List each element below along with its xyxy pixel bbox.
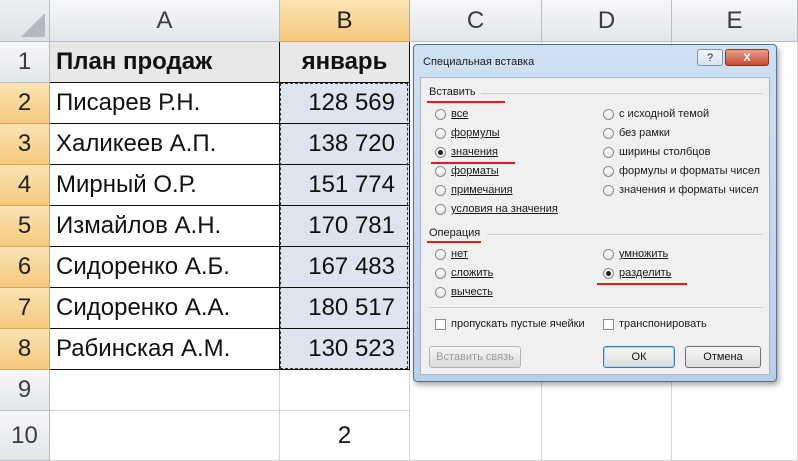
radio-icon <box>435 203 446 215</box>
checkbox-icon <box>603 318 614 330</box>
column-header-d[interactable]: D <box>542 0 672 42</box>
help-button[interactable]: ? <box>697 49 723 66</box>
row-header-7[interactable]: 7 <box>0 288 50 329</box>
cell-a9[interactable] <box>50 370 280 411</box>
radio-icon <box>603 165 614 177</box>
radio-icon <box>435 184 446 196</box>
radio-paste-formulas-number-formats[interactable]: формулы и форматы чисел <box>603 165 760 177</box>
row-header-5[interactable]: 5 <box>0 206 50 247</box>
radio-paste-values[interactable]: значения <box>435 146 498 158</box>
column-header-a[interactable]: A <box>50 0 280 42</box>
radio-paste-values-number-formats[interactable]: значения и форматы чисел <box>603 184 759 196</box>
radio-op-none[interactable]: нет <box>435 248 468 260</box>
cell-a1[interactable]: План продаж <box>50 42 280 83</box>
column-header-c[interactable]: C <box>410 0 542 42</box>
radio-icon <box>603 127 614 139</box>
dialog-body: Вставить все формулы значения форматы пр… <box>420 77 770 375</box>
select-all-triangle-icon <box>21 13 45 37</box>
cell-a3[interactable]: Халикеев А.П. <box>50 124 280 165</box>
row-header-9[interactable]: 9 <box>0 370 50 411</box>
column-header-e[interactable]: E <box>672 0 798 42</box>
cell-a6[interactable]: Сидоренко А.Б. <box>50 247 280 288</box>
radio-op-divide[interactable]: разделить <box>603 267 671 279</box>
select-all-corner[interactable] <box>0 0 50 42</box>
ok-button[interactable]: ОК <box>603 346 675 368</box>
cell-a10[interactable] <box>50 411 280 461</box>
radio-selected-icon <box>603 267 614 279</box>
cancel-button[interactable]: Отмена <box>685 346 761 368</box>
row-header-4[interactable]: 4 <box>0 165 50 206</box>
row-header-1[interactable]: 1 <box>0 42 50 83</box>
row-header-8[interactable]: 8 <box>0 329 50 370</box>
annotation-underline-divide <box>597 283 687 285</box>
annotation-underline-operation <box>427 241 481 243</box>
radio-icon <box>603 108 614 120</box>
operation-group-line <box>487 234 763 235</box>
cell-b1[interactable]: январь <box>280 42 410 83</box>
row-header-2[interactable]: 2 <box>0 83 50 124</box>
annotation-underline-paste <box>427 101 505 103</box>
radio-paste-no-borders[interactable]: без рамки <box>603 127 670 139</box>
row-header-10[interactable]: 10 <box>0 411 50 461</box>
paste-group-label: Вставить <box>429 86 476 98</box>
cell-a7[interactable]: Сидоренко А.А. <box>50 288 280 329</box>
radio-op-subtract[interactable]: вычесть <box>435 286 493 298</box>
radio-paste-comments[interactable]: примечания <box>435 184 513 196</box>
cell-a5[interactable]: Измайлов А.Н. <box>50 206 280 247</box>
row-header-6[interactable]: 6 <box>0 247 50 288</box>
radio-icon <box>435 108 446 120</box>
column-header-b[interactable]: B <box>280 0 410 42</box>
radio-op-multiply[interactable]: умножить <box>603 248 668 260</box>
cell-a4[interactable]: Мирный О.Р. <box>50 165 280 206</box>
radio-selected-icon <box>435 146 446 158</box>
radio-icon <box>435 286 446 298</box>
paste-special-dialog: Специальная вставка ? X Вставить все фор… <box>413 44 777 382</box>
operation-group-label: Операция <box>429 227 481 239</box>
radio-paste-column-widths[interactable]: ширины столбцов <box>603 146 710 158</box>
radio-icon <box>603 184 614 196</box>
dialog-title: Специальная вставка <box>423 56 535 68</box>
cell-a2[interactable]: Писарев Р.Н. <box>50 83 280 124</box>
radio-icon <box>435 165 446 177</box>
close-button[interactable]: X <box>725 49 769 66</box>
checkbox-icon <box>435 318 446 330</box>
radio-paste-validation[interactable]: условия на значения <box>435 203 558 215</box>
radio-paste-formulas[interactable]: формулы <box>435 127 500 139</box>
radio-paste-formats[interactable]: форматы <box>435 165 499 177</box>
radio-op-add[interactable]: сложить <box>435 267 493 279</box>
radio-icon <box>603 146 614 158</box>
cell-b9[interactable] <box>280 370 410 411</box>
selection-marquee <box>280 83 408 369</box>
checkbox-skip-blanks[interactable]: пропускать пустые ячейки <box>435 318 585 330</box>
radio-icon <box>435 267 446 279</box>
cell-b10[interactable]: 2 <box>280 411 410 461</box>
radio-icon <box>435 248 446 260</box>
paste-link-button[interactable]: Вставить связь <box>429 346 521 368</box>
row-header-3[interactable]: 3 <box>0 124 50 165</box>
paste-group-line <box>481 93 763 94</box>
checkbox-transpose[interactable]: транспонировать <box>603 318 707 330</box>
options-divider <box>429 307 763 308</box>
radio-icon <box>603 248 614 260</box>
radio-paste-all[interactable]: все <box>435 108 468 120</box>
radio-paste-source-theme[interactable]: с исходной темой <box>603 108 709 120</box>
cell-a8[interactable]: Рабинская А.М. <box>50 329 280 370</box>
annotation-underline-values <box>431 162 515 164</box>
radio-icon <box>435 127 446 139</box>
